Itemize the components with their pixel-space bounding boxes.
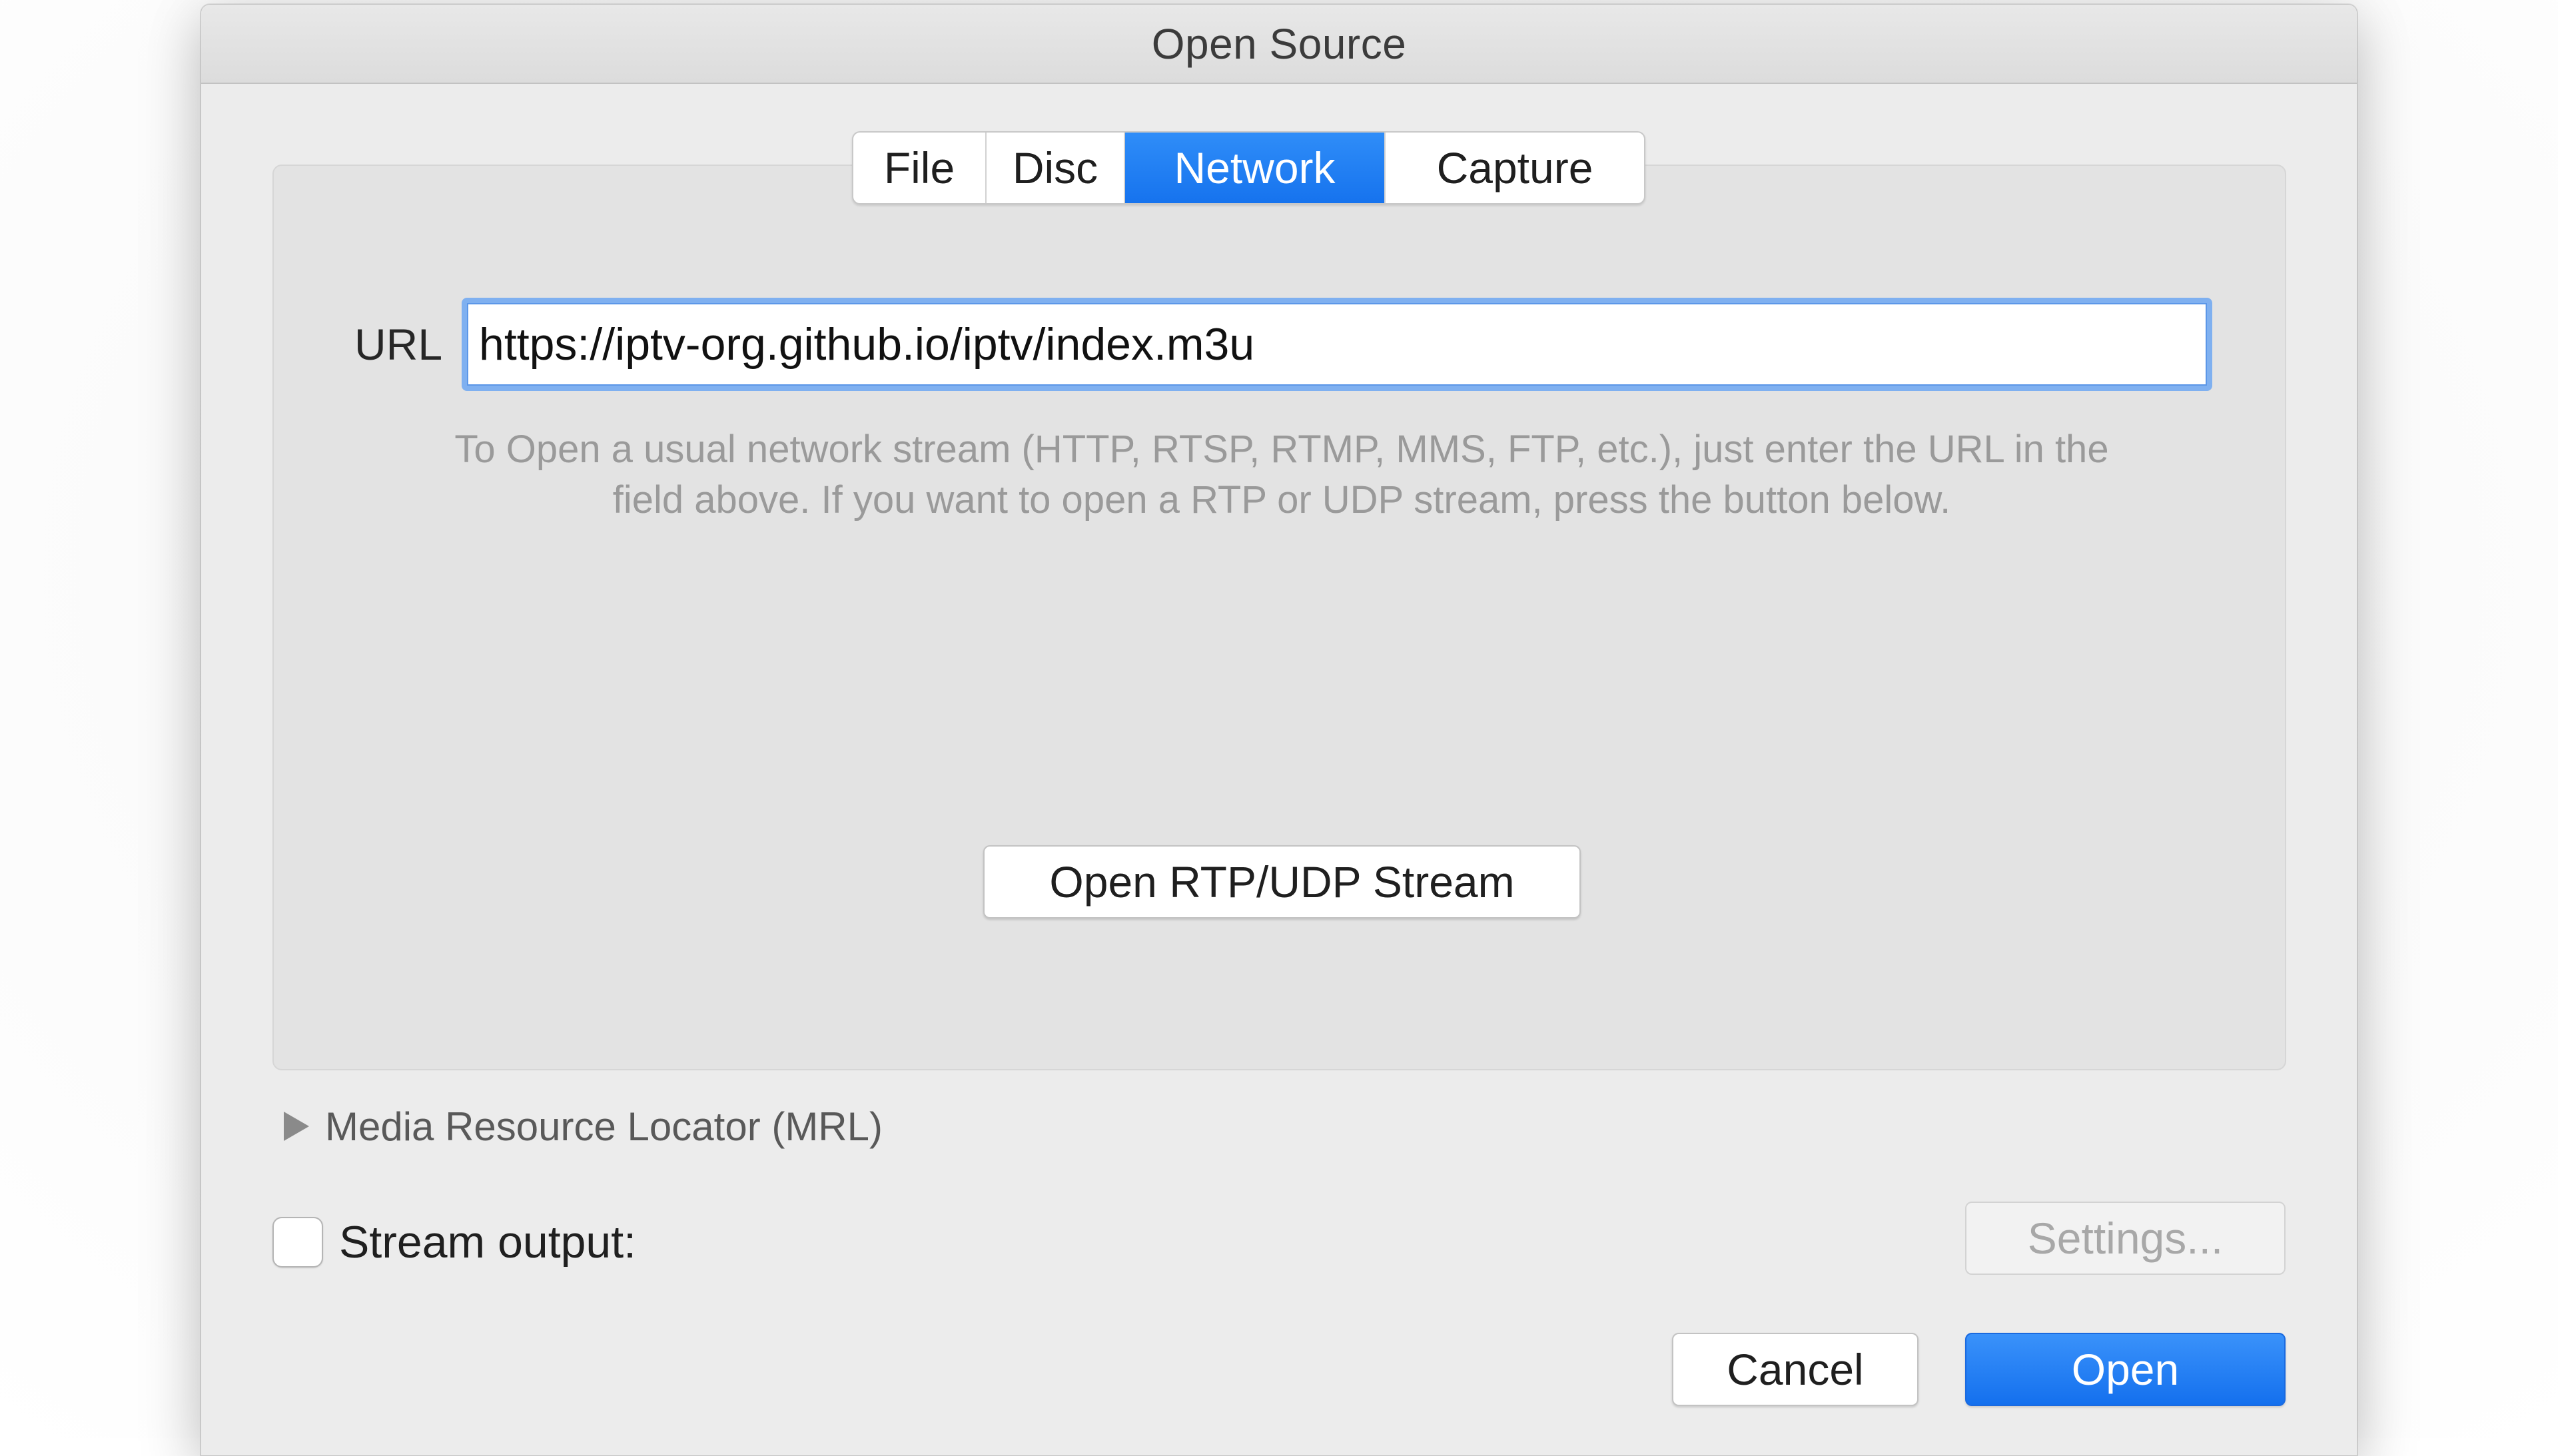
network-help-text: To Open a usual network stream (HTTP, RT… <box>354 424 2209 526</box>
tab-capture[interactable]: Capture <box>1386 133 1644 203</box>
url-input[interactable] <box>479 303 2198 386</box>
tab-bar: File Disc Network Capture <box>852 131 1645 204</box>
stream-output-label: Stream output: <box>339 1217 637 1268</box>
open-rtp-udp-stream-button[interactable]: Open RTP/UDP Stream <box>983 845 1581 918</box>
open-source-dialog: Open Source File Disc Network Capture UR… <box>201 4 2357 1456</box>
url-field[interactable] <box>462 298 2212 391</box>
mrl-disclosure[interactable]: Media Resource Locator (MRL) <box>281 1100 883 1153</box>
window-title: Open Source <box>1151 19 1407 68</box>
title-bar[interactable]: Open Source <box>201 5 2357 84</box>
disclosure-triangle-right-icon[interactable] <box>284 1112 309 1141</box>
open-button[interactable]: Open <box>1965 1333 2286 1406</box>
help-text-line-1: To Open a usual network stream (HTTP, RT… <box>454 428 2109 471</box>
tab-network[interactable]: Network <box>1125 133 1386 203</box>
cancel-button[interactable]: Cancel <box>1672 1333 1918 1406</box>
mrl-label: Media Resource Locator (MRL) <box>325 1104 883 1149</box>
tab-file[interactable]: File <box>853 133 987 203</box>
stream-output-checkbox[interactable] <box>272 1217 323 1268</box>
url-label: URL <box>354 320 443 369</box>
help-text-line-2: field above. If you want to open a RTP o… <box>612 478 1951 522</box>
settings-button[interactable]: Settings... <box>1965 1202 2286 1275</box>
tab-disc[interactable]: Disc <box>987 133 1125 203</box>
stream-output-row: Stream output: <box>272 1212 636 1272</box>
